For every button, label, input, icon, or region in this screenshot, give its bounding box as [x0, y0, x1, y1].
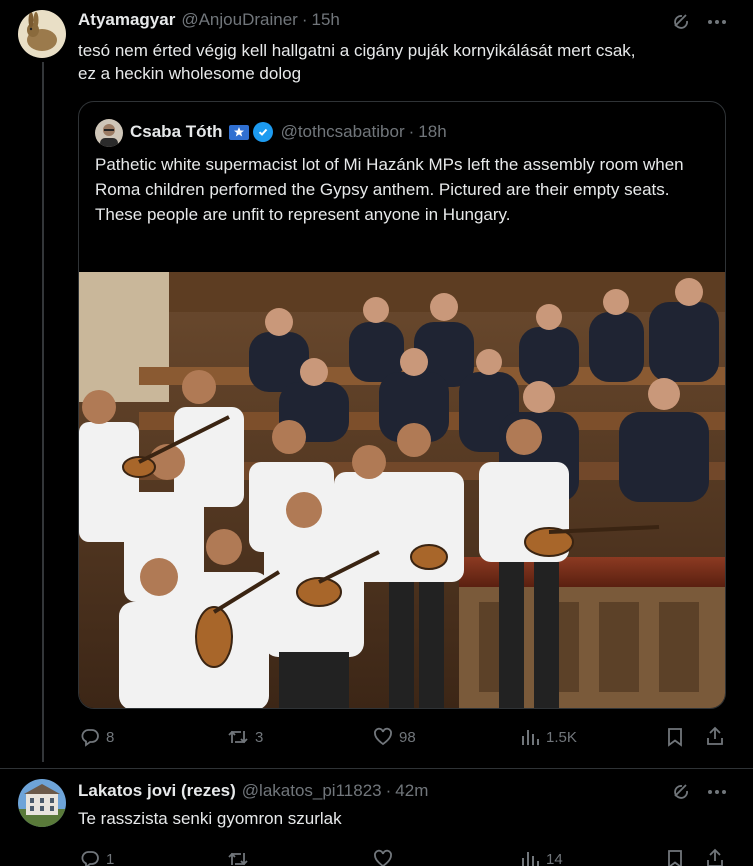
- retweet-button[interactable]: 3: [227, 727, 263, 747]
- tweet-text: Te rasszista senki gyomron szurlak: [78, 809, 342, 828]
- reply-icon: [81, 729, 99, 747]
- quoted-header: Csaba Tóth @tothcsabatibor · 18h: [130, 122, 447, 142]
- retweet-icon: [228, 730, 248, 744]
- retweet-count: 3: [255, 728, 264, 746]
- user-handle[interactable]: @AnjouDrainer: [181, 10, 297, 30]
- analytics-icon: [522, 730, 539, 745]
- display-name[interactable]: Lakatos jovi (rezes): [78, 781, 236, 801]
- share-icon: [707, 848, 723, 866]
- view-count: 1.5K: [546, 728, 577, 746]
- quoted-avatar[interactable]: [95, 119, 123, 147]
- retweet-icon: [228, 852, 248, 866]
- tweet-top-actions: [670, 11, 728, 33]
- quoted-text: Pathetic white supermacist lot of Mi Haz…: [95, 155, 684, 224]
- reply-count: 8: [106, 728, 115, 746]
- tweet-reply-lakatos[interactable]: Lakatos jovi (rezes) @lakatos_pi11823 · …: [0, 769, 753, 866]
- bookmark-button[interactable]: [666, 727, 684, 747]
- heart-icon: [374, 849, 392, 866]
- tweet-text-line: ez a heckin wholesome dolog: [78, 64, 302, 83]
- grok-icon[interactable]: [670, 781, 692, 803]
- quoted-handle[interactable]: @tothcsabatibor: [281, 122, 405, 142]
- more-options-icon[interactable]: [706, 781, 728, 803]
- analytics-icon: [522, 852, 539, 866]
- grok-icon[interactable]: [670, 11, 692, 33]
- avatar[interactable]: [18, 779, 66, 827]
- like-count: 98: [399, 728, 416, 746]
- views-button[interactable]: 14: [520, 849, 563, 866]
- tweet-header: Atyamagyar @AnjouDrainer · 15h: [78, 10, 340, 30]
- quoted-display-name[interactable]: Csaba Tóth: [130, 122, 223, 142]
- bookmark-button[interactable]: [666, 849, 684, 866]
- reply-icon: [81, 851, 99, 866]
- tweet-text-line: tesó nem érted végig kell hallgatni a ci…: [78, 41, 636, 60]
- quoted-photo[interactable]: [79, 272, 725, 708]
- affiliate-badge-icon: [228, 124, 249, 140]
- tweet-top-actions: [670, 781, 728, 803]
- share-icon: [707, 726, 723, 745]
- more-options-icon[interactable]: [706, 11, 728, 33]
- view-count: 14: [546, 850, 563, 866]
- separator-dot: ·: [385, 781, 392, 800]
- share-button[interactable]: [705, 726, 725, 746]
- retweet-button[interactable]: [227, 849, 249, 866]
- like-button[interactable]: 98: [373, 727, 416, 747]
- heart-icon: [374, 727, 392, 746]
- reply-button[interactable]: 8: [80, 727, 114, 747]
- views-button[interactable]: 1.5K: [520, 727, 577, 747]
- bookmark-icon: [668, 850, 682, 866]
- reply-count: 1: [106, 850, 115, 866]
- user-handle[interactable]: @lakatos_pi11823: [242, 781, 382, 801]
- share-button[interactable]: [705, 848, 725, 866]
- tweet-reply-atyamagyar[interactable]: Atyamagyar @AnjouDrainer · 15h tesó nem …: [0, 0, 753, 770]
- bookmark-icon: [668, 728, 682, 747]
- quoted-timestamp[interactable]: 18h: [418, 122, 446, 142]
- separator-dot: ·: [408, 122, 415, 141]
- timestamp[interactable]: 42m: [395, 781, 428, 801]
- avatar[interactable]: [18, 10, 66, 58]
- verified-badge-icon: [252, 122, 273, 142]
- separator-dot: ·: [301, 10, 308, 29]
- like-button[interactable]: [373, 849, 393, 866]
- timestamp[interactable]: 15h: [311, 10, 339, 30]
- quoted-tweet-card[interactable]: Csaba Tóth @tothcsabatibor · 18h Patheti…: [78, 101, 726, 709]
- tweet-text: tesó nem érted végig kell hallgatni a ci…: [78, 39, 738, 85]
- display-name[interactable]: Atyamagyar: [78, 10, 175, 30]
- tweet-header: Lakatos jovi (rezes) @lakatos_pi11823 · …: [78, 781, 428, 801]
- reply-button[interactable]: 1: [80, 849, 114, 866]
